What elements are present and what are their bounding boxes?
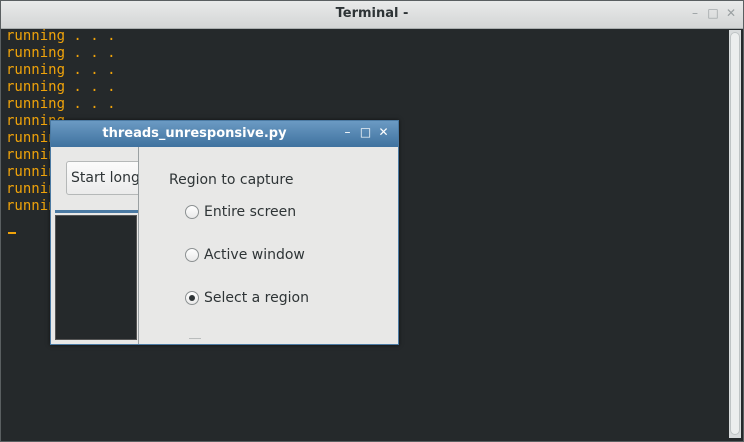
terminal-scrollbar[interactable] [729,30,741,438]
terminal-scrollbar-thumb[interactable] [730,32,740,435]
left-pane: Start long [51,147,139,344]
app-window-controls: – □ ✕ [341,125,390,139]
radio-label: Active window [204,247,305,263]
output-textview[interactable] [55,215,137,340]
clipped-control-edge [189,338,201,339]
minimize-icon[interactable]: – [341,125,354,139]
pane-separator[interactable] [55,210,138,213]
app-titlebar[interactable]: threads_unresponsive.py – □ ✕ [51,121,398,147]
maximize-icon[interactable]: □ [359,125,372,139]
app-title: threads_unresponsive.py [102,126,287,141]
start-long-task-button[interactable]: Start long [66,161,138,195]
terminal-cursor [8,232,16,234]
radio-entire-screen[interactable]: Entire screen [185,204,296,220]
terminal-line: running . . . [6,45,116,61]
terminal-line: running . . . [6,79,116,95]
terminal-titlebar[interactable]: Terminal - – □ ✕ [1,1,743,29]
radio-label: Select a region [204,290,309,306]
terminal-line: running . . . [6,96,116,112]
app-window: threads_unresponsive.py – □ ✕ Start long… [50,120,399,345]
close-icon[interactable]: ✕ [377,125,390,139]
terminal-line: running . . . [6,28,116,44]
minimize-icon[interactable]: – [689,6,701,20]
radio-unchecked-icon[interactable] [185,205,199,219]
radio-select-region[interactable]: Select a region [185,290,309,306]
maximize-icon[interactable]: □ [707,6,719,20]
terminal-line: running . . . [6,62,116,78]
close-icon[interactable]: ✕ [725,6,737,20]
region-heading: Region to capture [169,172,294,188]
radio-unchecked-icon[interactable] [185,248,199,262]
radio-checked-icon[interactable] [185,291,199,305]
terminal-window-controls: – □ ✕ [689,6,737,20]
capture-options-pane: Region to capture Entire screen Active w… [139,147,398,344]
radio-label: Entire screen [204,204,297,220]
terminal-title: Terminal - [335,6,409,21]
radio-active-window[interactable]: Active window [185,247,305,263]
